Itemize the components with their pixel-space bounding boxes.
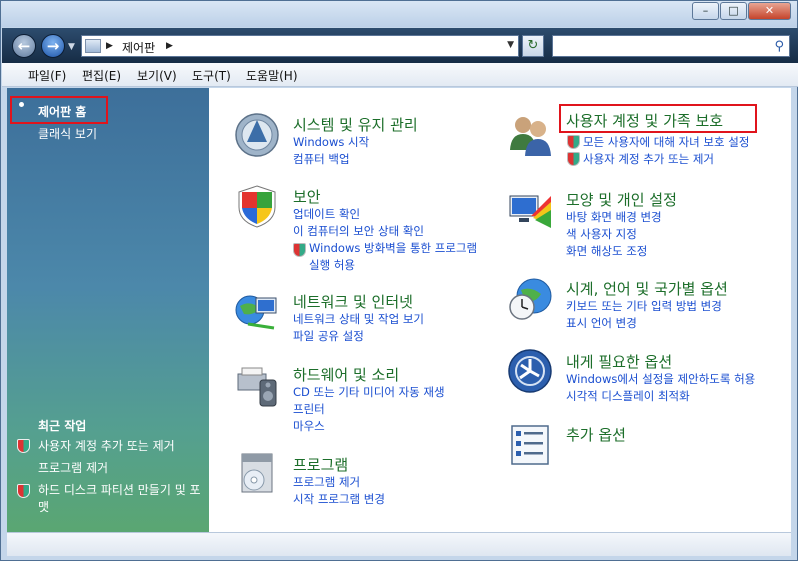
menu-help[interactable]: 도움말(H) bbox=[246, 67, 298, 84]
hardware-sound-title[interactable]: 하드웨어 및 소리 bbox=[293, 364, 399, 385]
hardware-sound-icon[interactable] bbox=[234, 362, 280, 408]
programs-title[interactable]: 프로그램 bbox=[293, 454, 348, 475]
appearance-personalization-icon[interactable] bbox=[507, 188, 553, 234]
system-maintenance-icon[interactable] bbox=[234, 112, 280, 158]
breadcrumb-arrow-icon[interactable]: ▶ bbox=[166, 41, 173, 51]
user-accounts-title[interactable]: 사용자 계정 및 가족 보호 bbox=[566, 110, 723, 131]
uac-shield-icon bbox=[567, 135, 580, 149]
customize-colors-link[interactable]: 색 사용자 지정 bbox=[566, 226, 637, 242]
menu-view[interactable]: 보기(V) bbox=[137, 67, 177, 84]
parental-controls-link[interactable]: 모든 사용자에 대해 자녀 보호 설정 bbox=[583, 134, 749, 150]
ease-of-access-title[interactable]: 내게 필요한 옵션 bbox=[566, 351, 672, 372]
mouse-link[interactable]: 마우스 bbox=[293, 418, 325, 434]
security-status-link[interactable]: 이 컴퓨터의 보안 상태 확인 bbox=[293, 223, 424, 239]
uac-shield-icon bbox=[567, 152, 580, 166]
control-panel-window: – □ ✕ ← → ▼ ▶ 제어판 ▶ ▼ ↻ ⚲ 파일(F) 편집(E) 보기… bbox=[0, 0, 798, 561]
maximize-button[interactable]: □ bbox=[720, 2, 747, 20]
additional-options-title[interactable]: 추가 옵션 bbox=[566, 424, 626, 445]
task-pane: 제어판 홈 클래식 보기 최근 작업 사용자 계정 추가 또는 제거 프로그램 … bbox=[7, 88, 209, 532]
search-input[interactable]: ⚲ bbox=[552, 35, 790, 57]
security-title[interactable]: 보안 bbox=[293, 186, 321, 207]
bullet-icon bbox=[19, 102, 24, 107]
control-panel-icon bbox=[85, 39, 101, 53]
system-maintenance-title[interactable]: 시스템 및 유지 관리 bbox=[293, 114, 418, 135]
printer-link[interactable]: 프린터 bbox=[293, 401, 325, 417]
navigation-bar: ← → ▼ ▶ 제어판 ▶ ▼ ↻ ⚲ bbox=[2, 28, 798, 63]
change-startup-programs-link[interactable]: 시작 프로그램 변경 bbox=[293, 491, 385, 507]
check-updates-link[interactable]: 업데이트 확인 bbox=[293, 206, 360, 222]
windows-start-link[interactable]: Windows 시작 bbox=[293, 134, 369, 150]
forward-button[interactable]: → bbox=[41, 34, 65, 58]
uninstall-program-link[interactable]: 프로그램 제거 bbox=[293, 474, 360, 490]
desktop-background-link[interactable]: 바탕 화면 배경 변경 bbox=[566, 209, 662, 225]
network-status-link[interactable]: 네트워크 상태 및 작업 보기 bbox=[293, 311, 424, 327]
screen-resolution-link[interactable]: 화면 해상도 조정 bbox=[566, 243, 647, 259]
ease-of-access-icon[interactable] bbox=[507, 348, 553, 394]
back-button[interactable]: ← bbox=[12, 34, 36, 58]
recent-tasks-heading: 최근 작업 bbox=[38, 419, 87, 433]
uac-shield-icon bbox=[17, 484, 30, 498]
search-icon[interactable]: ⚲ bbox=[774, 39, 784, 54]
optimize-display-link[interactable]: 시각적 디스플레이 최적화 bbox=[566, 388, 690, 404]
file-sharing-link[interactable]: 파일 공유 설정 bbox=[293, 328, 364, 344]
recent-task-uninstall-program[interactable]: 프로그램 제거 bbox=[38, 460, 208, 477]
recommend-settings-link[interactable]: Windows에서 설정을 제안하도록 허용 bbox=[566, 371, 755, 387]
programs-icon[interactable] bbox=[234, 450, 280, 496]
category-view: 시스템 및 유지 관리 Windows 시작 컴퓨터 백업 보안 업데이트 확인… bbox=[209, 88, 791, 532]
add-remove-accounts-link[interactable]: 사용자 계정 추가 또는 제거 bbox=[583, 151, 714, 167]
minimize-button[interactable]: – bbox=[692, 2, 719, 20]
firewall-allow-program-link[interactable]: Windows 방화벽을 통한 프로그램 bbox=[309, 240, 477, 256]
menu-file[interactable]: 파일(F) bbox=[28, 67, 66, 84]
firewall-allow-program-link-cont[interactable]: 실행 허용 bbox=[309, 257, 355, 273]
clock-language-region-title[interactable]: 시계, 언어 및 국가별 옵션 bbox=[566, 278, 728, 299]
menu-edit[interactable]: 편집(E) bbox=[82, 67, 121, 84]
display-language-link[interactable]: 표시 언어 변경 bbox=[566, 315, 637, 331]
recent-task-add-remove-accounts[interactable]: 사용자 계정 추가 또는 제거 bbox=[38, 438, 208, 455]
refresh-button[interactable]: ↻ bbox=[522, 35, 544, 57]
breadcrumb-control-panel[interactable]: 제어판 bbox=[122, 39, 155, 56]
control-panel-home-link[interactable]: 제어판 홈 bbox=[38, 103, 86, 120]
breadcrumb-arrow-icon[interactable]: ▶ bbox=[106, 41, 113, 51]
network-internet-title[interactable]: 네트워크 및 인터넷 bbox=[293, 291, 413, 312]
address-bar[interactable]: ▶ 제어판 ▶ ▼ bbox=[81, 35, 519, 57]
recent-task-create-format-partition[interactable]: 하드 디스크 파티션 만들기 및 포맷 bbox=[38, 482, 208, 516]
window-controls: – □ ✕ bbox=[691, 2, 791, 20]
menu-bar: 파일(F) 편집(E) 보기(V) 도구(T) 도움말(H) bbox=[2, 63, 798, 87]
security-shield-icon[interactable] bbox=[234, 183, 280, 229]
recent-pages-dropdown-icon[interactable]: ▼ bbox=[68, 42, 75, 52]
title-bar: – □ ✕ bbox=[1, 1, 797, 27]
classic-view-link[interactable]: 클래식 보기 bbox=[38, 125, 97, 142]
autoplay-link[interactable]: CD 또는 기타 미디어 자동 재생 bbox=[293, 384, 445, 400]
additional-options-icon[interactable] bbox=[507, 422, 553, 468]
network-internet-icon[interactable] bbox=[234, 288, 280, 334]
clock-language-region-icon[interactable] bbox=[507, 276, 553, 322]
close-button[interactable]: ✕ bbox=[748, 2, 791, 20]
backup-computer-link[interactable]: 컴퓨터 백업 bbox=[293, 151, 350, 167]
uac-shield-icon bbox=[17, 439, 30, 453]
address-dropdown-icon[interactable]: ▼ bbox=[507, 40, 514, 50]
keyboard-input-link[interactable]: 키보드 또는 기타 입력 방법 변경 bbox=[566, 298, 722, 314]
appearance-personalization-title[interactable]: 모양 및 개인 설정 bbox=[566, 189, 677, 210]
menu-tools[interactable]: 도구(T) bbox=[192, 67, 231, 84]
uac-shield-icon bbox=[293, 243, 306, 257]
status-bar bbox=[7, 532, 791, 556]
user-accounts-icon[interactable] bbox=[507, 112, 553, 158]
